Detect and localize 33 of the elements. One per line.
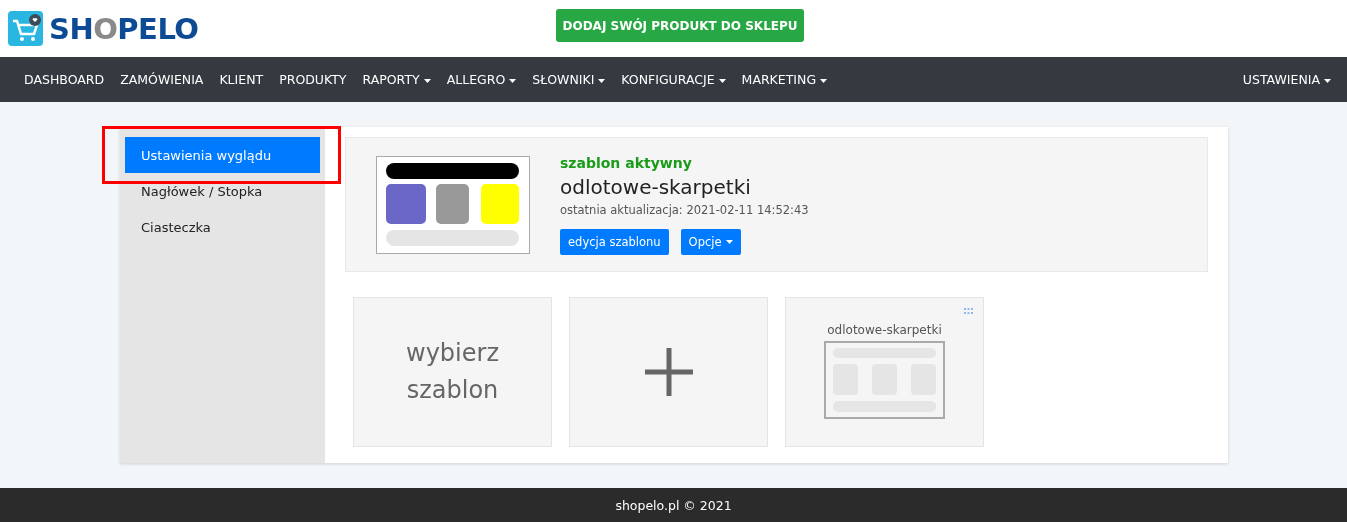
caret-icon bbox=[598, 78, 606, 83]
status-label: szablon aktywny bbox=[560, 154, 693, 171]
options-button[interactable]: Opcje bbox=[680, 228, 741, 255]
nav-link[interactable]: ALLEGRO bbox=[438, 72, 525, 87]
cart-icon bbox=[8, 11, 43, 46]
nav-link[interactable]: RAPORTY bbox=[354, 72, 439, 87]
nav-link[interactable]: USTAWIENIA bbox=[1234, 72, 1339, 87]
nav-link[interactable]: MARKETING bbox=[733, 72, 836, 87]
plus-icon bbox=[644, 348, 693, 396]
caret-icon bbox=[1324, 78, 1331, 83]
template-name: odlotowe-skarpetki bbox=[560, 174, 752, 199]
sidebar-item[interactable]: Ciasteczka bbox=[125, 209, 320, 245]
update-date: ostatnia aktualizacja: 2021-02-11 14:52:43 bbox=[560, 202, 809, 217]
nav-link[interactable]: DASHBOARD bbox=[16, 72, 113, 87]
nav-link[interactable]: KONFIGURACJE bbox=[613, 72, 734, 87]
logo-text: SHOPELO bbox=[49, 11, 199, 46]
choose-template-tile[interactable]: wybierz szablon bbox=[353, 297, 552, 447]
caret-icon bbox=[509, 78, 517, 83]
grip-icon[interactable] bbox=[964, 308, 973, 314]
add-template-tile[interactable] bbox=[569, 297, 768, 447]
caret-icon bbox=[725, 240, 733, 244]
edit-template-button[interactable]: edycja szablonu bbox=[560, 228, 669, 255]
sidebar-item[interactable]: Ustawienia wyglądu bbox=[125, 137, 320, 173]
sidebar-item[interactable]: Nagłówek / Stopka bbox=[125, 173, 320, 209]
nav-link[interactable]: PRODUKTY bbox=[271, 72, 355, 87]
nav-link[interactable]: ZAMÓWIENIA bbox=[112, 72, 212, 87]
nav-link[interactable]: SŁOWNIKI bbox=[524, 72, 614, 87]
caret-icon bbox=[718, 78, 726, 83]
caret-icon bbox=[820, 78, 828, 83]
caret-icon bbox=[423, 78, 431, 83]
template-tile[interactable]: odlotowe-skarpetki bbox=[785, 297, 984, 447]
copyright-text: shopelo.pl © 2021 bbox=[615, 497, 732, 513]
nav-link[interactable]: KLIENT bbox=[211, 72, 272, 87]
